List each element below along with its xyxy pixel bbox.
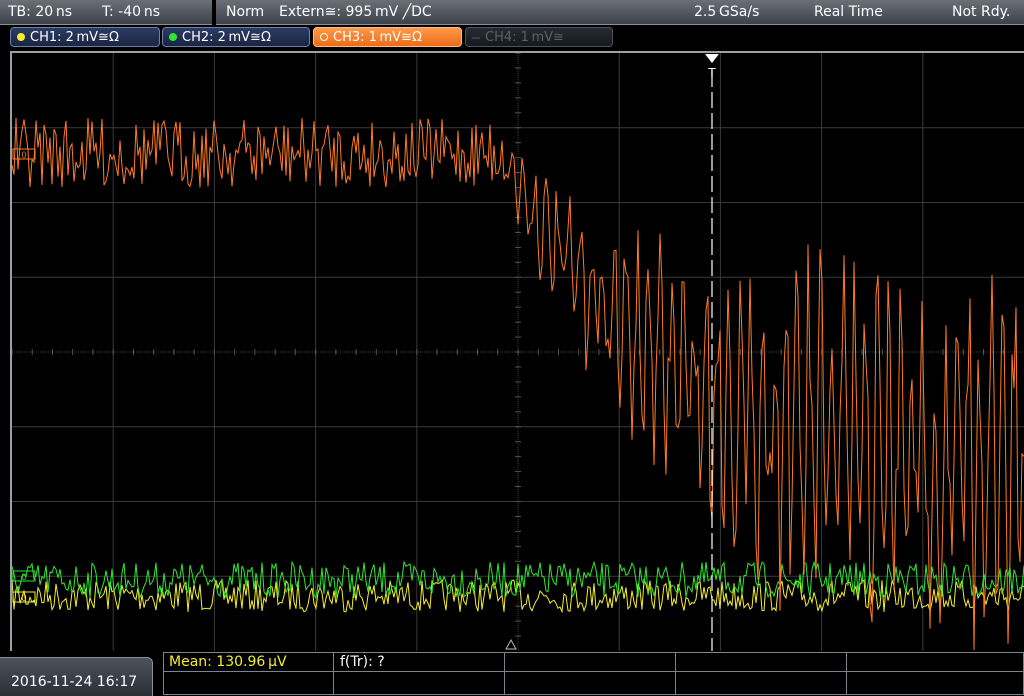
acquisition-mode[interactable]: Real Time <box>814 3 883 21</box>
timebase-readout[interactable]: TB: 20 ns <box>8 3 72 21</box>
trigger-mode[interactable]: Norm <box>226 3 264 21</box>
measurement-divider <box>675 652 676 695</box>
trigger-source[interactable]: Extern≅: 995 mV ╱DC <box>279 3 432 21</box>
ch3-ground-marker[interactable]: 0 <box>12 148 36 160</box>
mean-measurement[interactable]: Mean: 130.96 µV <box>169 654 287 670</box>
measurement-divider <box>846 652 847 695</box>
ch2-indicator-icon <box>169 33 177 41</box>
trigger-offset-readout[interactable]: T: -40 ns <box>102 3 160 21</box>
sample-rate[interactable]: 2.5 GSa/s <box>694 3 759 21</box>
ground-marker-label: 0 <box>21 572 26 582</box>
status-bar-trigger[interactable]: Norm Extern≅: 995 mV ╱DC 2.5 GSa/s Real … <box>216 0 1024 25</box>
ch4-indicator-icon <box>472 37 480 39</box>
channel-label: CH1: 2 mV≅Ω <box>30 30 119 45</box>
measurement-row-empty <box>163 671 1024 695</box>
trigger-marker-label: T <box>708 65 716 80</box>
channel-label: CH3: 1 mV≅Ω <box>333 30 422 45</box>
datetime: 2016-11-24 16:17 <box>11 674 138 690</box>
rise-time-frequency-measurement[interactable]: f(Tr): ? <box>340 654 385 670</box>
status-bar-timebase[interactable]: TB: 20 ns T: -40 ns <box>0 0 212 25</box>
trigger-state: Not Rdy. <box>952 4 1011 20</box>
measurement-divider <box>504 652 505 695</box>
ch1-indicator-icon <box>17 33 25 41</box>
ch3-indicator-icon <box>320 33 328 41</box>
waveform-display[interactable]: T 0 0 0 <box>12 53 1024 651</box>
datetime-panel: 2016-11-24 16:17 <box>0 657 153 696</box>
channel-tab-ch3[interactable]: CH3: 1 mV≅Ω <box>313 27 462 47</box>
channel-label: CH2: 2 mV≅Ω <box>182 30 271 45</box>
channel-tab-ch1[interactable]: CH1: 2 mV≅Ω <box>10 27 160 47</box>
channel-tab-ch4[interactable]: CH4: 1 mV≅ <box>465 27 613 47</box>
measurement-bar[interactable]: Mean: 130.96 µV f(Tr): ? <box>163 652 1024 695</box>
ground-marker-label: 0 <box>21 150 26 160</box>
trigger-position-icon[interactable] <box>705 54 719 63</box>
measurement-divider <box>333 652 334 695</box>
measurement-row <box>163 652 1024 672</box>
graticule <box>12 53 1024 651</box>
channel-label: CH4: 1 mV≅ <box>485 30 564 45</box>
channel-tab-ch2[interactable]: CH2: 2 mV≅Ω <box>162 27 310 47</box>
ground-marker-label: 0 <box>21 593 26 603</box>
trigger-level-icon[interactable] <box>505 638 517 650</box>
